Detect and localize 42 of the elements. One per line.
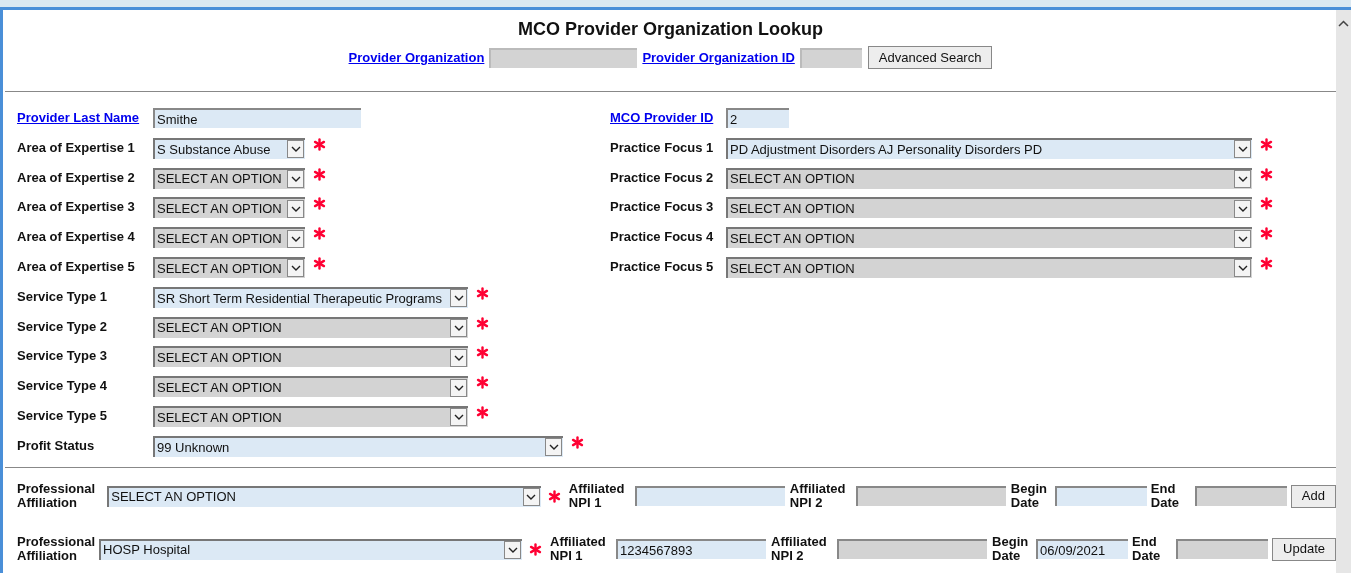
field-label: Professional Affiliation [17,535,97,563]
field-label: Professional Affiliation [17,482,97,510]
field-label: Service Type 1 [17,287,109,306]
text-field[interactable]: 06/09/2021 [1036,539,1129,559]
field-label: Affiliated NPI 2 [771,535,828,563]
select-field[interactable]: PD Adjustment Disorders AJ Personality Disorders PD [726,137,1252,159]
select-field[interactable]: 99 Unknown [153,435,563,457]
field-label: Begin Date [992,535,1030,563]
row-button[interactable]: Update [1272,537,1336,561]
field-label: Practice Focus 4 [610,228,715,247]
field-label: Profit Status [17,436,96,455]
advanced-search-button[interactable]: Advanced Search [867,46,993,69]
row-button[interactable]: Add [1290,484,1336,508]
field-link[interactable]: Provider Last Name [17,108,153,128]
text-field[interactable]: Smithe [153,108,361,128]
select-field[interactable]: SR Short Term Residential Therapeutic Programs [153,286,468,308]
field-label: Practice Focus 5 [610,258,715,276]
field-label: Practice Focus 1 [610,138,715,157]
field-label: Service Type 4 [17,377,109,396]
field-label: Area of Expertise 2 [17,168,136,187]
field-label: Begin Date [1010,482,1048,510]
field-label: Affiliated NPI 1 [568,482,626,510]
field-label: Affiliated NPI 1 [550,535,607,563]
text-field[interactable]: 1234567893 [616,539,767,559]
field-label: End Date [1150,482,1181,510]
field-label: End Date [1132,535,1162,563]
page-title: MCO Provider Organization Lookup [518,18,823,41]
field-label: Practice Focus 3 [610,198,715,217]
field-label: Area of Expertise 4 [17,228,136,247]
field-label: Service Type 3 [17,347,109,366]
field-label: Affiliated NPI 2 [789,482,847,510]
field-label: Service Type 2 [17,317,109,336]
field-label: Service Type 5 [17,406,109,425]
select-field[interactable]: SELECT AN OPTION [107,485,541,507]
field-label: Practice Focus 2 [610,168,715,187]
select-field[interactable]: S Substance Abuse [153,137,305,159]
field-label: Area of Expertise 3 [17,198,136,217]
field-label: Area of Expertise 1 [17,138,136,157]
field-label: Area of Expertise 5 [17,258,136,276]
field-link[interactable]: MCO Provider ID [610,108,726,128]
select-field[interactable]: HOSP Hospital [99,538,523,560]
text-field[interactable]: 2 [726,108,789,128]
